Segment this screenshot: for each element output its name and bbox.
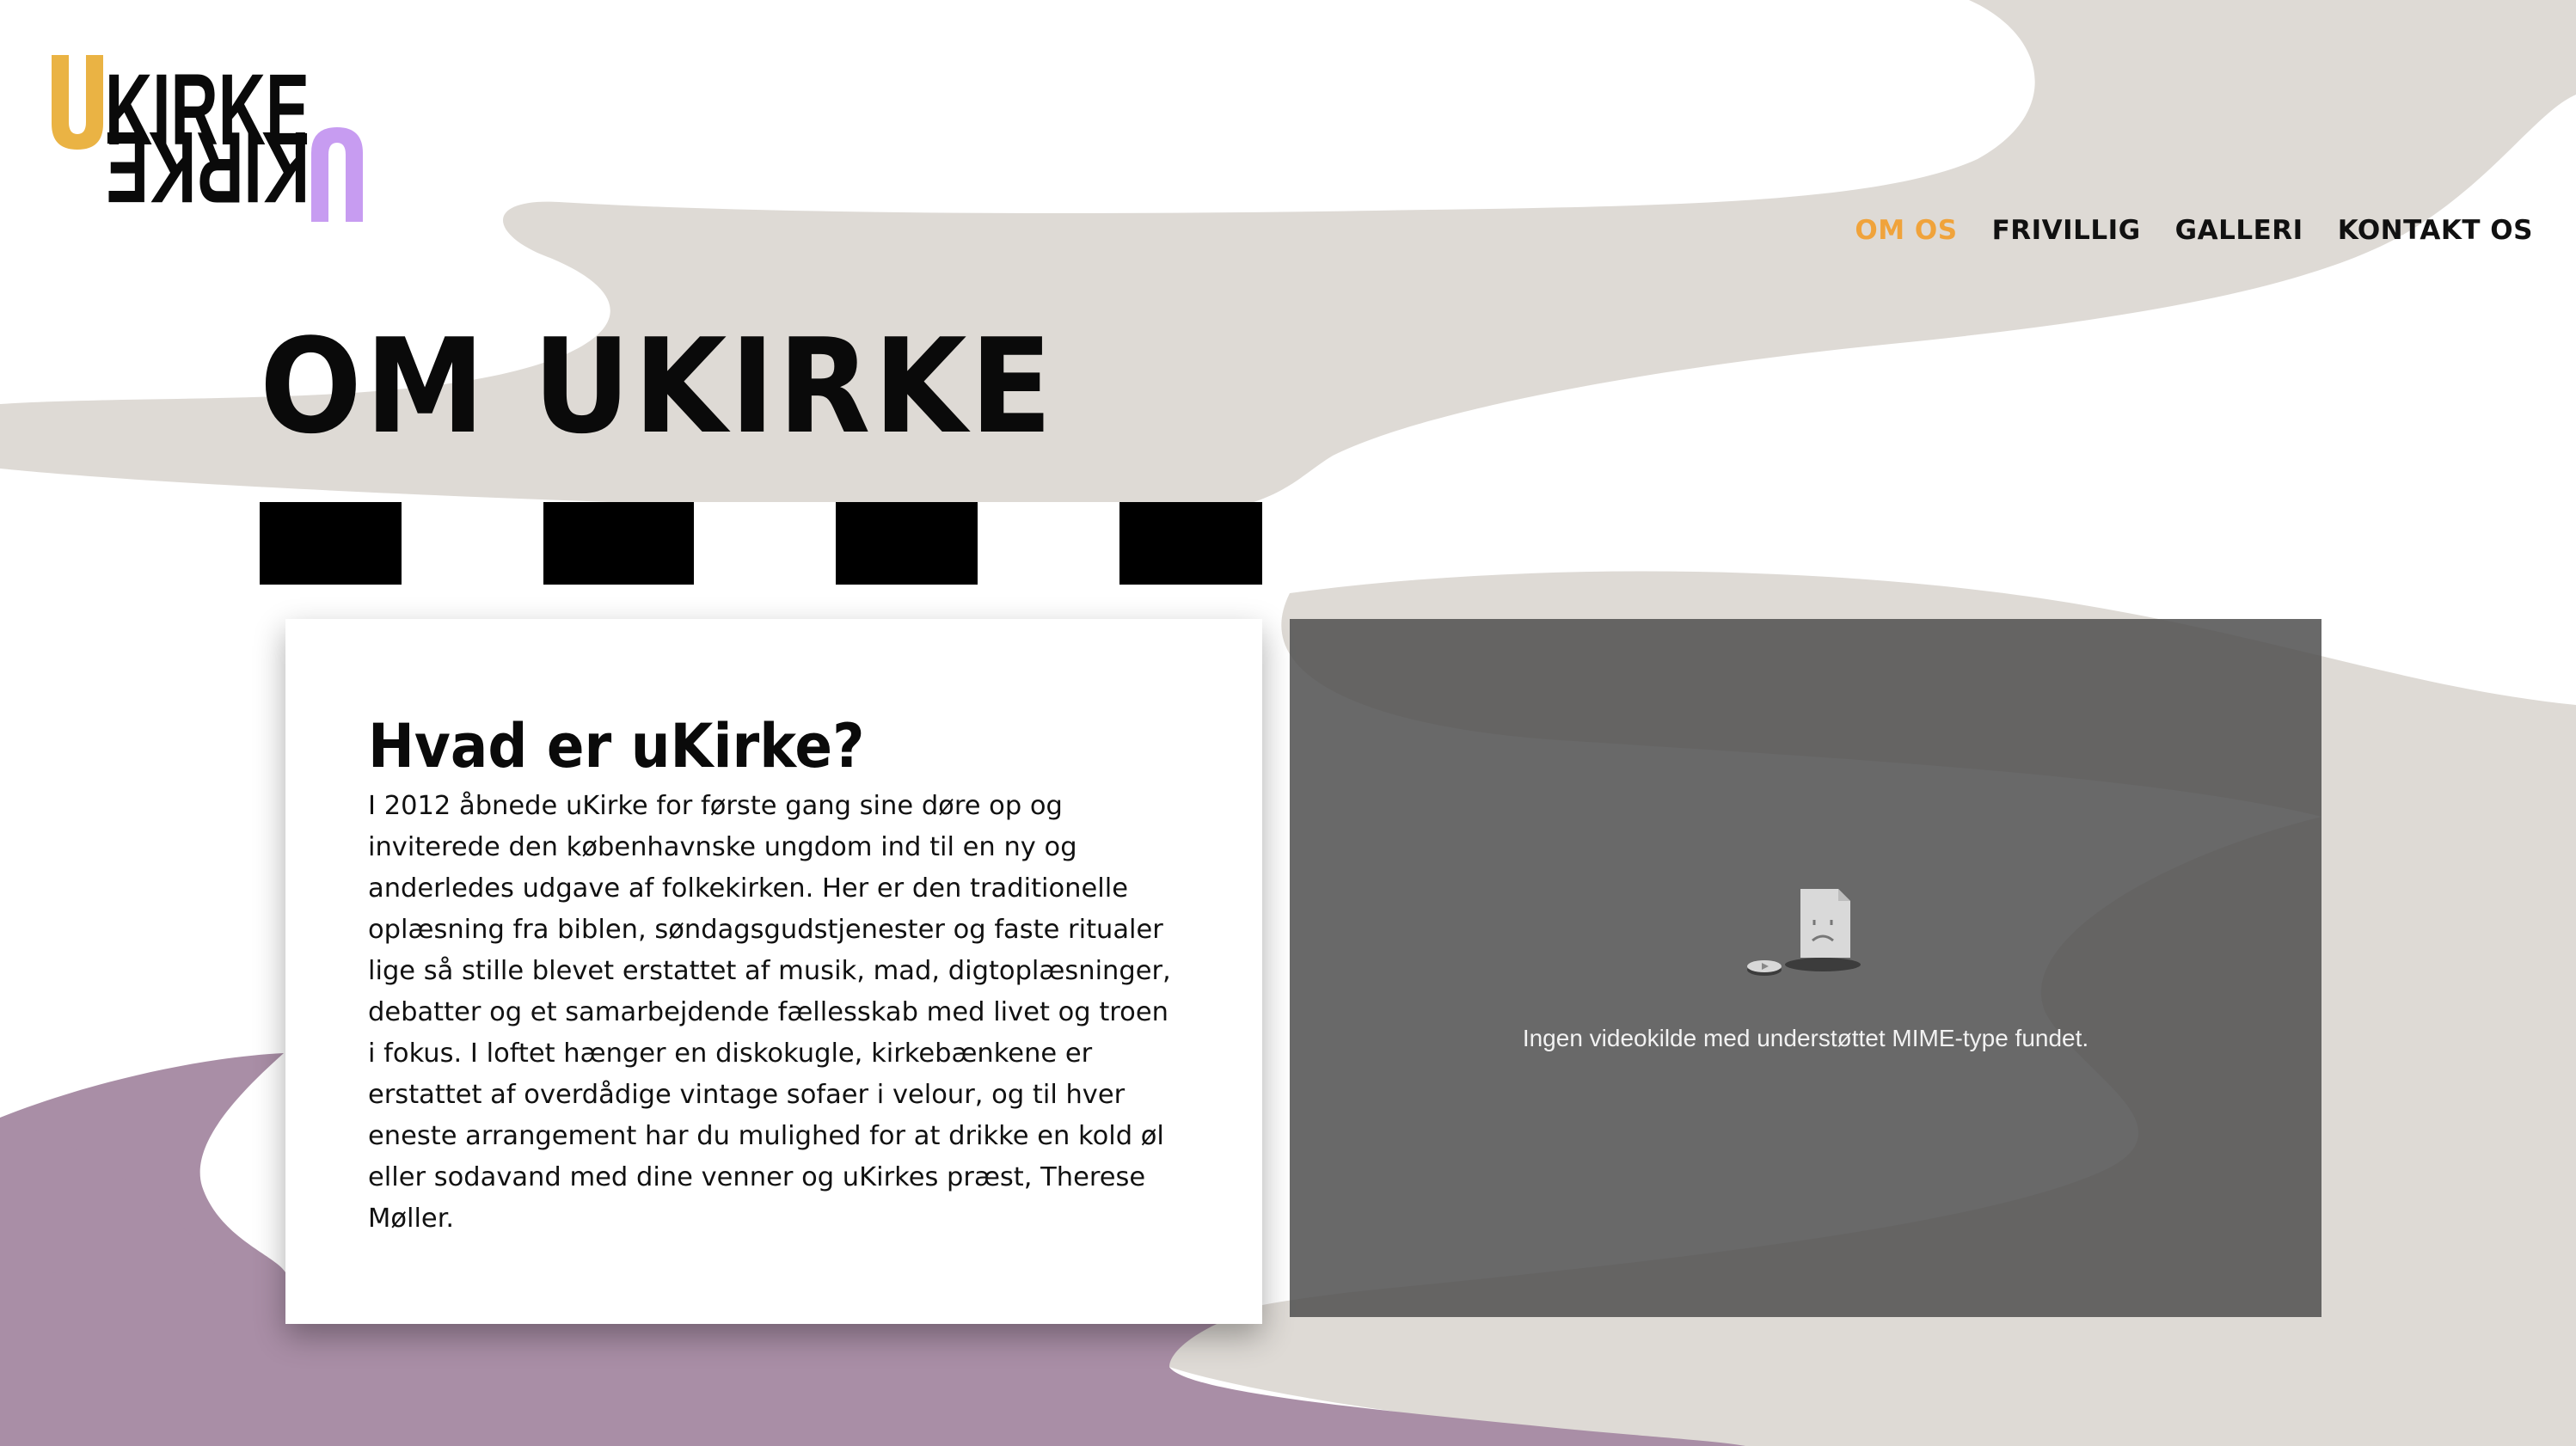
logo-bottom-text: KIRKE: [105, 110, 310, 224]
broken-video-icon: [1745, 885, 1866, 980]
checker-block: [836, 502, 978, 585]
checker-block: [260, 502, 402, 585]
main-nav: OM OS FRIVILLIG GALLERI KONTAKT OS: [1855, 210, 2533, 251]
nav-item-kontakt-os[interactable]: KONTAKT OS: [2338, 210, 2533, 251]
checker-block: [1119, 502, 1262, 585]
about-heading: Hvad er uKirke?: [368, 711, 865, 781]
checker-block: [543, 502, 694, 585]
video-error-message: Ingen videokilde med understøttet MIME-t…: [1522, 1025, 2089, 1051]
nav-item-frivillig[interactable]: FRIVILLIG: [1992, 210, 2141, 251]
ukirke-logo[interactable]: KIRKE KIRKE: [48, 48, 366, 229]
nav-item-om-os[interactable]: OM OS: [1855, 210, 1957, 251]
logo-graphic: KIRKE KIRKE: [52, 53, 363, 224]
about-card: Hvad er uKirke? I 2012 åbnede uKirke for…: [285, 619, 1262, 1324]
nav-item-galleri[interactable]: GALLERI: [2175, 210, 2303, 251]
checker-strip: [260, 502, 1262, 585]
about-body: I 2012 åbnede uKirke for første gang sin…: [368, 791, 1171, 1234]
page-title: OM UKIRKE: [260, 310, 1056, 463]
video-player[interactable]: Ingen videokilde med understøttet MIME-t…: [1290, 619, 2321, 1317]
